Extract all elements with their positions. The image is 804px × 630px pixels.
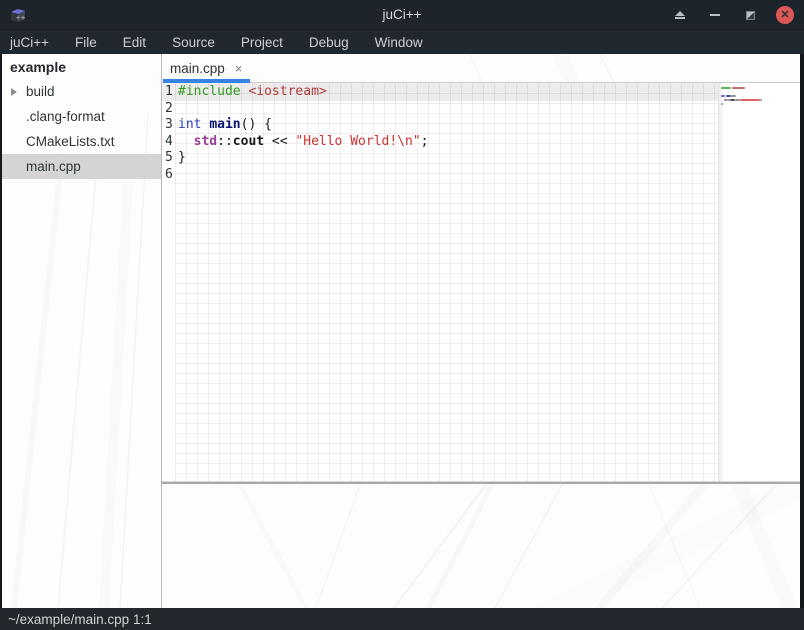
minimap-line-fragment — [721, 95, 725, 97]
token-plain: () { — [241, 117, 272, 132]
minimap-line-fragment — [731, 95, 736, 97]
menu-window[interactable]: Window — [362, 30, 436, 54]
minimap-line-fragment — [740, 99, 760, 101]
close-button[interactable]: ✕ — [776, 6, 794, 24]
minimap-line-fragment — [721, 103, 723, 105]
line-number: 2 — [162, 101, 175, 118]
code-line-2: 2 — [162, 101, 718, 118]
menu-edit[interactable]: Edit — [110, 30, 159, 54]
menu-file[interactable]: File — [62, 30, 110, 54]
line-text: int main() { — [175, 117, 272, 134]
tree-item-main-cpp[interactable]: main.cpp — [2, 154, 161, 179]
tree-item-label: .clang-format — [2, 109, 105, 124]
tree-item-label: main.cpp — [2, 159, 81, 174]
menu-project[interactable]: Project — [228, 30, 296, 54]
code-line-1: 1#include <iostream> — [162, 84, 718, 101]
menu-debug[interactable]: Debug — [296, 30, 362, 54]
file-tree: example build .clang-format CMakeLists.txt… — [2, 54, 161, 608]
line-text — [175, 101, 178, 118]
menubar: juCi++FileEditSourceProjectDebugWindow — [0, 30, 804, 54]
statusbar: ~/example/main.cpp 1:1 — [0, 608, 804, 630]
token-plain: :: — [217, 134, 233, 149]
minimize-icon — [710, 14, 720, 16]
code-line-6: 6 — [162, 167, 718, 184]
token-member: cout — [233, 134, 264, 149]
line-number: 3 — [162, 117, 175, 134]
shade-icon — [675, 11, 685, 19]
status-file-position: ~/example/main.cpp 1:1 — [0, 612, 152, 627]
token-incpath: <iostream> — [248, 84, 326, 99]
token-plain: } — [178, 150, 186, 165]
main-pane: main.cpp × 1#include <iostream>23int mai… — [162, 54, 800, 608]
shade-button[interactable] — [671, 6, 689, 24]
minimap-line-fragment — [721, 87, 731, 89]
app-window: ++ juCi++ ✕ juCi++FileEditSourceProjectD… — [0, 0, 804, 630]
tab-close-icon[interactable]: × — [235, 62, 243, 75]
menu-juci[interactable]: juCi++ — [0, 30, 62, 54]
menu-source[interactable]: Source — [159, 30, 228, 54]
line-number: 5 — [162, 150, 175, 167]
expander-icon[interactable] — [11, 88, 17, 96]
token-function: main — [209, 117, 240, 132]
tree-item-label: build — [2, 84, 55, 99]
window-border-right — [800, 54, 804, 608]
line-number: 4 — [162, 134, 175, 151]
token-plain: << — [264, 134, 295, 149]
token-plain: ; — [421, 134, 429, 149]
window-border-left — [0, 54, 2, 608]
window-controls: ✕ — [671, 0, 794, 30]
minimap[interactable] — [718, 83, 800, 481]
line-text: std::cout << "Hello World!\n"; — [175, 134, 428, 151]
code-line-4: 4 std::cout << "Hello World!\n"; — [162, 134, 718, 151]
token-preproc: #include — [178, 84, 241, 99]
token-namespace: std — [194, 134, 217, 149]
tab-label: main.cpp — [170, 61, 225, 76]
line-text: #include <iostream> — [175, 84, 327, 101]
minimap-line-fragment — [760, 99, 762, 101]
code-editor[interactable]: 1#include <iostream>23int main() {4 std:… — [162, 83, 800, 481]
token-string: "Hello World!\n" — [295, 134, 420, 149]
file-tree-rows: build .clang-format CMakeLists.txt main.cpp — [2, 79, 161, 179]
code-line-5: 5} — [162, 150, 718, 167]
token-plain — [178, 134, 194, 149]
line-number: 1 — [162, 84, 175, 101]
token-keyword: int — [178, 117, 201, 132]
project-name: example — [2, 54, 161, 79]
tree-item-label: CMakeLists.txt — [2, 134, 115, 149]
line-text — [175, 167, 178, 184]
tree-item-cmakelists-txt[interactable]: CMakeLists.txt — [2, 129, 161, 154]
terminal-panel[interactable] — [162, 484, 800, 608]
minimize-button[interactable] — [706, 6, 724, 24]
tree-item-build[interactable]: build — [2, 79, 161, 104]
tree-item--clang-format[interactable]: .clang-format — [2, 104, 161, 129]
minimap-line-fragment — [732, 87, 745, 89]
close-icon: ✕ — [776, 6, 794, 24]
restore-button[interactable] — [741, 6, 759, 24]
code-line-3: 3int main() { — [162, 117, 718, 134]
titlebar[interactable]: ++ juCi++ ✕ — [0, 0, 804, 30]
source-code: 1#include <iostream>23int main() {4 std:… — [162, 84, 718, 183]
line-text: } — [175, 150, 186, 167]
tabbar: main.cpp × — [162, 54, 800, 83]
sidebar-divider[interactable] — [161, 54, 162, 608]
restore-icon — [746, 11, 755, 20]
line-number: 6 — [162, 167, 175, 184]
